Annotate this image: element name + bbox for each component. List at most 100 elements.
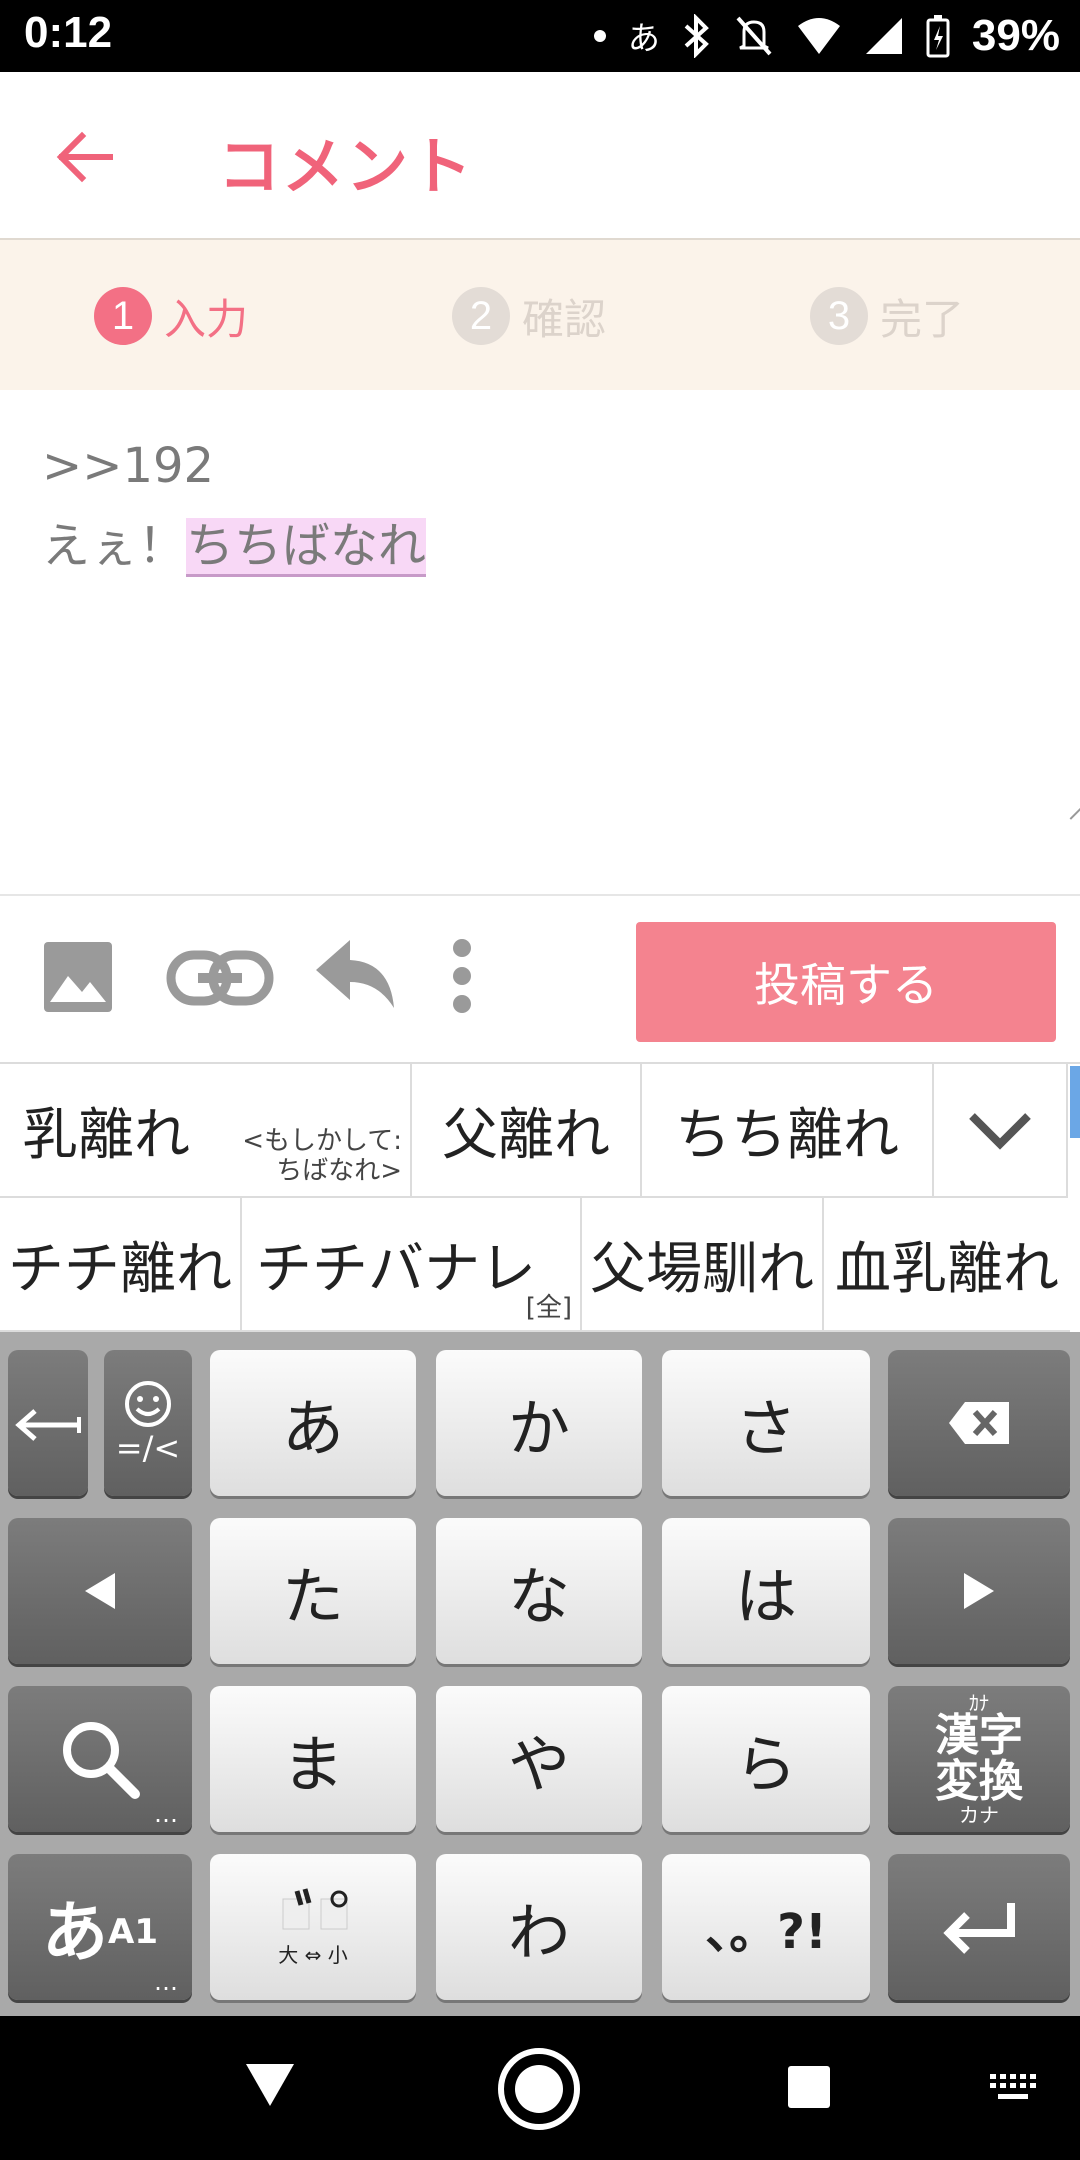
image-icon[interactable]: [44, 942, 112, 1012]
step-confirm: 2 確認: [452, 286, 606, 346]
key-ya[interactable]: や: [436, 1686, 642, 1832]
search-icon: [63, 1722, 140, 1799]
comment-reply-ref: >>192: [42, 438, 215, 494]
key-more-dots: …: [154, 1968, 180, 1996]
back-button[interactable]: [50, 122, 120, 192]
recents-icon[interactable]: [786, 2064, 832, 2110]
triangle-right-icon: [964, 1573, 994, 1609]
enter-key[interactable]: [888, 1854, 1070, 2000]
ime-indicator: あ: [627, 19, 660, 57]
key-more-dots: …: [154, 1800, 180, 1828]
key-ta[interactable]: た: [210, 1518, 416, 1664]
status-icons: あ 39%: [593, 10, 1060, 62]
dot-icon: [593, 30, 606, 42]
dakuten-icon: [282, 1887, 348, 1929]
undo-key[interactable]: [8, 1350, 88, 1496]
candidate-item[interactable]: 乳離れ <もしかして: ちばなれ>: [0, 1064, 412, 1198]
comment-toolbar: 投稿する: [0, 894, 1080, 1062]
candidate-text: 父離れ: [442, 1102, 610, 1168]
kanji-convert-key[interactable]: ｶﾅ 漢字 変換 カナ: [888, 1686, 1070, 1832]
dakuten-key-sub: 大 ⇔ 小: [278, 1942, 348, 1967]
bell-off-icon: [736, 16, 772, 56]
triangle-left-icon: [85, 1573, 115, 1609]
key-ma[interactable]: ま: [210, 1686, 416, 1832]
enter-icon: [943, 1903, 1015, 1954]
backspace-icon: [949, 1402, 1009, 1444]
search-key[interactable]: …: [8, 1686, 192, 1832]
emoji-key[interactable]: =/<: [104, 1350, 192, 1496]
comment-text-line: えぇ！ちちばなれ: [42, 506, 427, 577]
candidate-text: 血乳離れ: [835, 1236, 1059, 1302]
cursor-right-key[interactable]: [888, 1518, 1070, 1664]
more-vertical-icon[interactable]: [448, 938, 476, 1014]
candidate-hint-line: ちばなれ>: [276, 1156, 402, 1186]
expand-candidates-button[interactable]: [934, 1064, 1068, 1198]
chevron-down-icon: [969, 1113, 1031, 1150]
key-ka[interactable]: か: [436, 1350, 642, 1496]
resize-handle[interactable]: [1058, 794, 1080, 820]
key-ha[interactable]: は: [662, 1518, 870, 1664]
candidate-hint: <もしかして: ちばなれ>: [242, 1126, 402, 1186]
mode-main-label: あ: [42, 1894, 108, 1971]
progress-steps: 1 入力 2 確認 3 完了: [0, 240, 1080, 390]
step-input: 1 入力: [94, 286, 248, 346]
cursor-left-key[interactable]: [8, 1518, 192, 1664]
comment-text: えぇ！: [42, 518, 187, 574]
emoji-key-label: =/<: [115, 1429, 181, 1467]
arrow-back-icon: [15, 1409, 81, 1441]
candidate-item[interactable]: チチ離れ: [0, 1198, 242, 1332]
wifi-icon: [797, 18, 840, 54]
candidate-text: チチバナレ: [256, 1236, 536, 1302]
home-icon[interactable]: [496, 2046, 582, 2132]
step-number: 3: [810, 287, 868, 345]
candidate-item[interactable]: 血乳離れ: [824, 1198, 1070, 1332]
input-mode-key[interactable]: あ A1 …: [8, 1854, 192, 2000]
step-label: 入力: [164, 294, 249, 344]
candidate-text: 父場馴れ: [590, 1236, 814, 1302]
bluetooth-icon: [684, 14, 709, 58]
battery-charging-icon: [926, 15, 950, 58]
comment-textarea[interactable]: >>192 えぇ！ちちばなれ: [0, 390, 1080, 896]
candidate-text: 乳離れ: [22, 1102, 190, 1168]
kanji-key-label: 漢字 変換: [935, 1710, 1023, 1807]
step-number: 1: [94, 287, 152, 345]
step-number: 2: [452, 287, 510, 345]
candidate-scrollbar[interactable]: [1070, 1066, 1080, 1138]
candidate-text: ちち離れ: [675, 1102, 899, 1168]
key-ra[interactable]: ら: [662, 1686, 870, 1832]
page-title: コメント: [218, 130, 475, 203]
candidate-item[interactable]: 父離れ: [412, 1064, 642, 1198]
mode-sub-label: A1: [108, 1912, 158, 1952]
signal-icon: [865, 18, 902, 54]
dakuten-key[interactable]: 大 ⇔ 小: [210, 1854, 416, 2000]
key-na[interactable]: な: [436, 1518, 642, 1664]
candidate-item[interactable]: 父場馴れ: [582, 1198, 824, 1332]
back-triangle-icon[interactable]: [244, 2062, 296, 2108]
candidate-item[interactable]: チチバナレ [全]: [242, 1198, 582, 1332]
step-complete: 3 完了: [810, 286, 964, 346]
post-button[interactable]: 投稿する: [636, 922, 1056, 1042]
kanji-key-bottom: カナ: [959, 1803, 999, 1827]
status-time: 0:12: [24, 8, 113, 57]
ime-keyboard: =/< あ か さ た な は … ま や ら ｶﾅ 漢字 変換 カナ あ A1…: [0, 1332, 1080, 2016]
link-icon[interactable]: [166, 950, 274, 1006]
keyboard-switch-icon[interactable]: [990, 2074, 1036, 2102]
app-header: コメント: [0, 72, 1080, 240]
battery-percent: 39%: [971, 11, 1060, 60]
smiley-icon: [125, 1381, 171, 1427]
key-wa[interactable]: わ: [436, 1854, 642, 2000]
ime-candidate-bar: 乳離れ <もしかして: ちばなれ> 父離れ ちち離れ チチ離れ チチバナレ [全…: [0, 1062, 1080, 1332]
backspace-key[interactable]: [888, 1350, 1070, 1496]
candidate-hint-line: <もしかして:: [242, 1126, 402, 1156]
key-a[interactable]: あ: [210, 1350, 416, 1496]
reply-icon[interactable]: [314, 936, 398, 1012]
status-bar: 0:12 あ 39%: [0, 0, 1080, 72]
key-punctuation[interactable]: 、。?!: [662, 1854, 870, 2000]
composing-text: ちちばなれ: [186, 518, 427, 577]
key-sa[interactable]: さ: [662, 1350, 870, 1496]
step-label: 確認: [522, 294, 607, 344]
step-label: 完了: [880, 294, 965, 344]
candidate-item[interactable]: ちち離れ: [642, 1064, 934, 1198]
candidate-tag: [全]: [525, 1293, 572, 1323]
arrow-left-icon: [56, 131, 113, 183]
